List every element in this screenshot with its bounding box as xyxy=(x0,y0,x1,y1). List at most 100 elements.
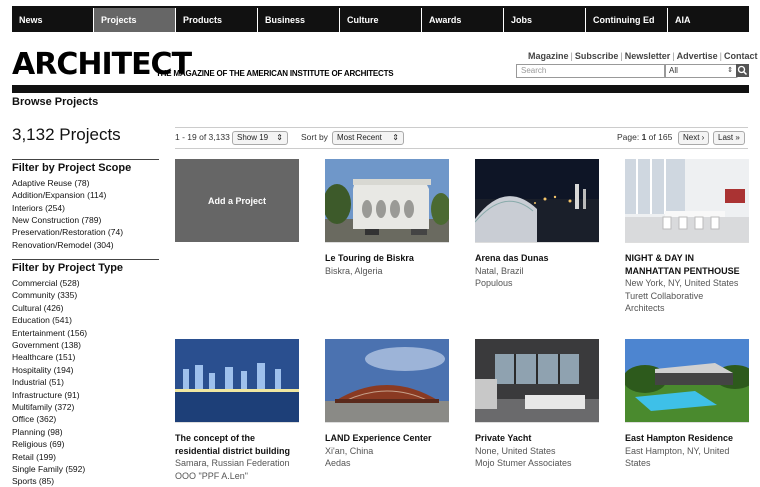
project-card[interactable]: The concept of the residential district b… xyxy=(175,339,299,482)
project-location: East Hampton, NY, United xyxy=(625,445,730,456)
project-thumbnail[interactable] xyxy=(325,159,449,243)
project-architect[interactable]: Architects xyxy=(625,302,749,315)
project-thumbnail[interactable] xyxy=(475,339,599,423)
project-location: None, United States xyxy=(475,445,556,456)
project-architect[interactable]: Mojo Stumer Associates xyxy=(475,457,599,470)
results-range: 1 - 19 of 3,133 xyxy=(175,132,230,142)
util-newsletter-link[interactable]: Newsletter xyxy=(625,51,671,61)
sort-select[interactable]: Most Recent ⇕ xyxy=(332,131,404,145)
project-architect[interactable]: Turett Collaborative xyxy=(625,290,749,303)
filter-scope-title: Filter by Project Scope xyxy=(12,159,159,174)
sort-value: Most Recent xyxy=(337,133,382,142)
page-title: Browse Projects xyxy=(12,96,99,108)
chevron-updown-icon: ⇕ xyxy=(727,67,733,74)
filter-type-item[interactable]: Industrial (51) xyxy=(12,377,64,387)
filter-scope-item[interactable]: Renovation/Remodel (304) xyxy=(12,240,114,250)
nav-culture[interactable]: Culture xyxy=(340,8,422,32)
nav-business[interactable]: Business xyxy=(258,8,340,32)
search-scope-select[interactable]: All ⇕ xyxy=(664,64,738,78)
results-toolbar: 1 - 19 of 3,133 Show 19 ⇕ Sort by Most Re… xyxy=(175,127,748,149)
project-location: Xi'an, China xyxy=(325,445,374,456)
filter-scope-item[interactable]: Preservation/Restoration (74) xyxy=(12,227,123,237)
filter-type-item[interactable]: Religious (69) xyxy=(12,439,64,449)
chevron-updown-icon: ⇕ xyxy=(392,133,399,142)
chevron-updown-icon: ⇕ xyxy=(276,133,283,142)
project-card[interactable]: East Hampton Residence East Hampton, NY,… xyxy=(625,339,749,470)
show-count-value: Show 19 xyxy=(237,133,269,142)
search-scope-value: All xyxy=(669,66,678,75)
project-title[interactable]: East Hampton Residence xyxy=(625,432,749,445)
filter-type-item[interactable]: Sports (85) xyxy=(12,476,54,486)
nav-jobs[interactable]: Jobs xyxy=(504,8,586,32)
util-subscribe-link[interactable]: Subscribe xyxy=(575,51,619,61)
project-title[interactable]: NIGHT & DAY IN MANHATTAN PENTHOUSE xyxy=(625,252,749,277)
filter-scope-item[interactable]: New Construction (789) xyxy=(12,215,101,225)
site-tagline: THE MAGAZINE OF THE AMERICAN INSTITUTE O… xyxy=(156,69,394,78)
project-title[interactable]: LAND Experience Center xyxy=(325,432,449,445)
filter-type-item[interactable]: Community (335) xyxy=(12,290,77,300)
nav-aia[interactable]: AIA xyxy=(668,8,749,32)
project-location: New York, NY, United States xyxy=(625,278,739,288)
header-divider xyxy=(12,85,749,93)
util-advertise-link[interactable]: Advertise xyxy=(677,51,718,61)
filter-scope-item[interactable]: Interiors (254) xyxy=(12,203,65,213)
project-thumbnail[interactable] xyxy=(625,159,749,243)
filter-type-item[interactable]: Cultural (426) xyxy=(12,303,64,313)
filter-type-item[interactable]: Entertainment (156) xyxy=(12,328,87,338)
filter-type-item[interactable]: Healthcare (151) xyxy=(12,352,75,362)
filter-scope-item[interactable]: Adaptive Reuse (78) xyxy=(12,178,90,188)
project-card[interactable]: NIGHT & DAY IN MANHATTAN PENTHOUSE New Yo… xyxy=(625,159,749,315)
nav-news[interactable]: News xyxy=(12,8,94,32)
project-architect[interactable]: OOO "PPF A.Len" xyxy=(175,470,299,483)
nav-projects[interactable]: Projects xyxy=(94,8,176,32)
project-thumbnail[interactable] xyxy=(175,339,299,423)
project-count: 3,132 Projects xyxy=(12,125,121,144)
filter-type-item[interactable]: Education (541) xyxy=(12,315,72,325)
nav-continuing-ed[interactable]: Continuing Ed xyxy=(586,8,668,32)
project-title[interactable]: Le Touring de Biskra xyxy=(325,252,449,265)
project-architect[interactable]: Populous xyxy=(475,277,599,290)
util-contact-link[interactable]: Contact xyxy=(724,51,758,61)
filter-type-item[interactable]: Government (138) xyxy=(12,340,81,350)
project-location: States xyxy=(625,458,651,468)
project-title[interactable]: The concept of the residential district b… xyxy=(175,432,299,457)
filter-type-item[interactable]: Hospitality (194) xyxy=(12,365,73,375)
filter-type-item[interactable]: Single Family (592) xyxy=(12,464,85,474)
filter-type-item[interactable]: Retail (199) xyxy=(12,452,56,462)
add-project-button[interactable]: Add a Project xyxy=(175,159,299,242)
project-card[interactable]: Arena das Dunas Natal, Brazil Populous xyxy=(475,159,599,290)
project-title[interactable]: Private Yacht xyxy=(475,432,599,445)
page-total: of 165 xyxy=(646,132,673,142)
search-icon[interactable] xyxy=(736,64,749,77)
project-thumbnail[interactable] xyxy=(625,339,749,423)
filter-type-item[interactable]: Commercial (528) xyxy=(12,278,80,288)
show-count-select[interactable]: Show 19 ⇕ xyxy=(232,131,288,145)
util-magazine-link[interactable]: Magazine xyxy=(528,51,569,61)
filter-type-item[interactable]: Infrastructure (91) xyxy=(12,390,80,400)
page-label: Page: xyxy=(617,132,642,142)
next-page-button[interactable]: Next › xyxy=(678,131,710,145)
project-thumbnail[interactable] xyxy=(325,339,449,423)
nav-products[interactable]: Products xyxy=(176,8,258,32)
pagination-info: Page: 1 of 165 xyxy=(617,132,672,142)
project-card[interactable]: Le Touring de Biskra Biskra, Algeria xyxy=(325,159,449,277)
search-input[interactable]: Search xyxy=(516,64,666,78)
filter-type-item[interactable]: Planning (98) xyxy=(12,427,63,437)
project-location: Biskra, Algeria xyxy=(325,265,383,276)
project-card[interactable]: LAND Experience Center Xi'an, China Aeda… xyxy=(325,339,449,470)
filter-scope-item[interactable]: Addition/Expansion (114) xyxy=(12,190,106,200)
project-location: Natal, Brazil xyxy=(475,265,524,276)
filter-type-item[interactable]: Multifamily (372) xyxy=(12,402,74,412)
main-nav: News Projects Products Business Culture … xyxy=(12,6,749,32)
project-thumbnail[interactable] xyxy=(475,159,599,243)
nav-awards[interactable]: Awards xyxy=(422,8,504,32)
project-architect[interactable]: Aedas xyxy=(325,457,449,470)
project-title[interactable]: Arena das Dunas xyxy=(475,252,599,265)
sort-label: Sort by xyxy=(301,132,328,142)
filter-type-item[interactable]: Office (362) xyxy=(12,414,56,424)
last-page-button[interactable]: Last » xyxy=(713,131,745,145)
filter-type-title: Filter by Project Type xyxy=(12,259,159,274)
project-location: Samara, Russian Federation xyxy=(175,458,290,468)
utility-links: Magazine | Subscribe | Newsletter | Advertise |… xyxy=(528,51,758,61)
project-card[interactable]: Private Yacht None, United States Mojo S… xyxy=(475,339,599,470)
